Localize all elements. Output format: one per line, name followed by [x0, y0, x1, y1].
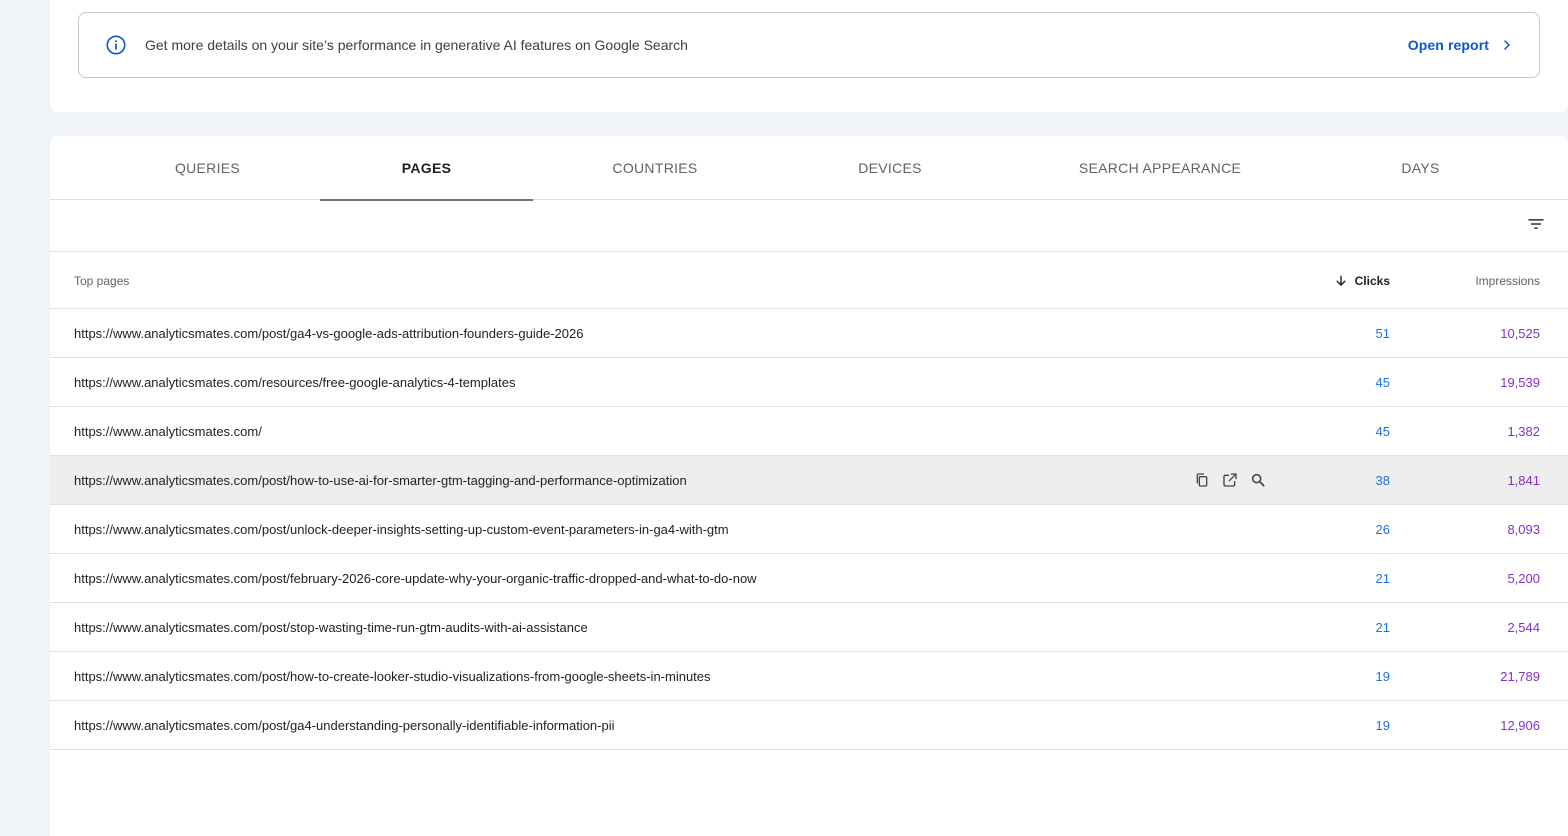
table-row[interactable]: https://www.analyticsmates.com/post/febr…: [50, 554, 1568, 603]
table-row[interactable]: https://www.analyticsmates.com/post/ga4-…: [50, 701, 1568, 750]
table-toolbar: [50, 200, 1568, 252]
impressions-value: 8,093: [1507, 521, 1540, 537]
clicks-value: 19: [1375, 717, 1390, 733]
tab-countries[interactable]: COUNTRIES: [533, 136, 777, 200]
impressions-value: 10,525: [1500, 325, 1540, 341]
info-icon: [105, 34, 127, 56]
page-url: https://www.analyticsmates.com/resources…: [74, 374, 516, 390]
filter-rows-button[interactable]: [1522, 212, 1550, 240]
filter-list-icon: [1526, 214, 1546, 239]
clicks-value: 26: [1375, 521, 1390, 537]
column-header-clicks[interactable]: Clicks: [1334, 252, 1390, 309]
table-row[interactable]: https://www.analyticsmates.com/ 45 1,382: [50, 407, 1568, 456]
impressions-value: 12,906: [1500, 717, 1540, 733]
dimension-tabs: QUERIES PAGES COUNTRIES DEVICES SEARCH A…: [50, 136, 1568, 201]
page-url: https://www.analyticsmates.com/post/febr…: [74, 570, 757, 586]
tab-pages[interactable]: PAGES: [320, 136, 533, 201]
clicks-value: 38: [1375, 472, 1390, 488]
clicks-value: 21: [1375, 570, 1390, 586]
table-row[interactable]: https://www.analyticsmates.com/resources…: [50, 358, 1568, 407]
copy-icon[interactable]: [1192, 469, 1212, 491]
table-row[interactable]: https://www.analyticsmates.com/post/how-…: [50, 652, 1568, 701]
impressions-value: 2,544: [1507, 619, 1540, 635]
tab-queries[interactable]: QUERIES: [80, 136, 335, 200]
clicks-value: 45: [1375, 374, 1390, 390]
column-header-impressions[interactable]: Impressions: [1475, 252, 1540, 309]
page-url: https://www.analyticsmates.com/post/stop…: [74, 619, 588, 635]
clicks-value: 51: [1375, 325, 1390, 341]
impressions-value: 1,841: [1507, 472, 1540, 488]
impressions-value: 19,539: [1500, 374, 1540, 390]
open-report-link[interactable]: Open report: [1408, 37, 1515, 53]
ai-features-card: Get more details on your site’s performa…: [50, 0, 1568, 112]
table-body: https://www.analyticsmates.com/post/ga4-…: [50, 309, 1568, 750]
page-url: https://www.analyticsmates.com/post/how-…: [74, 668, 711, 684]
inspect-url-icon[interactable]: [1248, 469, 1268, 491]
tab-days[interactable]: DAYS: [1317, 136, 1524, 200]
table-row[interactable]: https://www.analyticsmates.com/post/ga4-…: [50, 309, 1568, 358]
page-url: https://www.analyticsmates.com/post/how-…: [74, 472, 687, 488]
table-row[interactable]: https://www.analyticsmates.com/post/unlo…: [50, 505, 1568, 554]
table-row[interactable]: https://www.analyticsmates.com/post/stop…: [50, 603, 1568, 652]
page-url: https://www.analyticsmates.com/: [74, 423, 262, 439]
tab-devices[interactable]: DEVICES: [777, 136, 1003, 200]
page-url: https://www.analyticsmates.com/post/ga4-…: [74, 717, 615, 733]
row-actions: [1192, 469, 1268, 491]
ai-features-banner: Get more details on your site’s performa…: [78, 12, 1540, 78]
performance-table-card: QUERIES PAGES COUNTRIES DEVICES SEARCH A…: [50, 136, 1568, 836]
clicks-header-label: Clicks: [1354, 273, 1390, 288]
clicks-value: 19: [1375, 668, 1390, 684]
table-row-hovered[interactable]: https://www.analyticsmates.com/post/how-…: [50, 456, 1568, 505]
clicks-value: 45: [1375, 423, 1390, 439]
impressions-value: 21,789: [1500, 668, 1540, 684]
banner-text: Get more details on your site’s performa…: [145, 37, 688, 53]
arrow-downward-icon: [1334, 274, 1348, 288]
column-header-top-pages[interactable]: Top pages: [74, 252, 129, 309]
impressions-value: 1,382: [1507, 423, 1540, 439]
page-url: https://www.analyticsmates.com/post/ga4-…: [74, 325, 584, 341]
chevron-right-icon: [1499, 37, 1515, 53]
impressions-value: 5,200: [1507, 570, 1540, 586]
tab-search-appearance[interactable]: SEARCH APPEARANCE: [1003, 136, 1317, 200]
open-in-new-icon[interactable]: [1220, 469, 1240, 491]
open-report-label: Open report: [1407, 37, 1489, 53]
page: Get more details on your site’s performa…: [50, 0, 1568, 836]
clicks-value: 21: [1375, 619, 1390, 635]
table-header: Top pages Clicks Impressions: [50, 252, 1568, 309]
page-url: https://www.analyticsmates.com/post/unlo…: [74, 521, 729, 537]
